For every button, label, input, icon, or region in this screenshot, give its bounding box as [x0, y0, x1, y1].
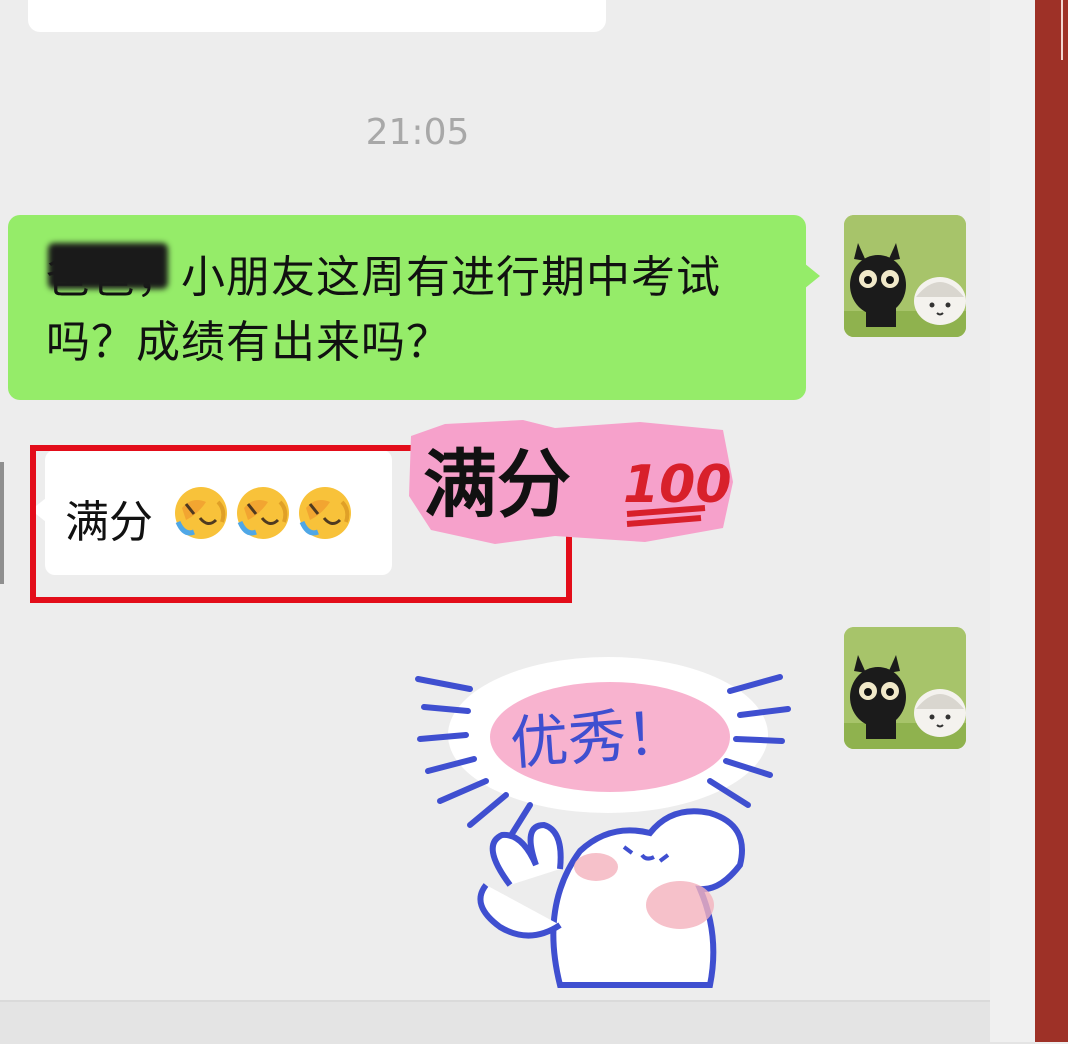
- desktop-background-strip: [1035, 0, 1068, 1042]
- youxiu-sticker-art: 优秀！: [415, 657, 791, 988]
- redacted-name: [48, 243, 168, 289]
- outgoing-message-bubble[interactable]: 爸爸，小朋友这周有进行期中考试吗？成绩有出来吗？: [8, 215, 820, 400]
- manfen-sticker[interactable]: 满分 100: [405, 418, 735, 546]
- hundred-points-icon: 100: [623, 455, 732, 527]
- divider: [1061, 0, 1063, 60]
- window-gutter: [990, 0, 1035, 1042]
- previous-message-bubble[interactable]: [28, 0, 606, 32]
- youxiu-sticker[interactable]: 优秀！: [410, 655, 805, 995]
- bubble-tail: [804, 263, 820, 289]
- youxiu-sticker-text: 优秀！: [508, 698, 686, 778]
- avatar[interactable]: [844, 215, 966, 337]
- bunny-icon: [477, 808, 745, 988]
- manfen-sticker-art: 满分 100: [409, 420, 733, 544]
- cat-avatar-icon: [844, 215, 966, 337]
- message-timestamp: 21:05: [365, 112, 470, 153]
- manfen-sticker-text: 满分: [423, 442, 571, 528]
- scroll-marker: [0, 462, 4, 584]
- input-bar-edge: [0, 1000, 1035, 1044]
- cat-avatar-icon: [844, 627, 966, 749]
- avatar[interactable]: [844, 627, 966, 749]
- chat-window: 21:05 爸爸，小朋友这周有进行期中考试吗？成绩有出来吗？ 满分 满分 100…: [0, 0, 990, 1000]
- hundred-badge-text: 100: [623, 455, 732, 515]
